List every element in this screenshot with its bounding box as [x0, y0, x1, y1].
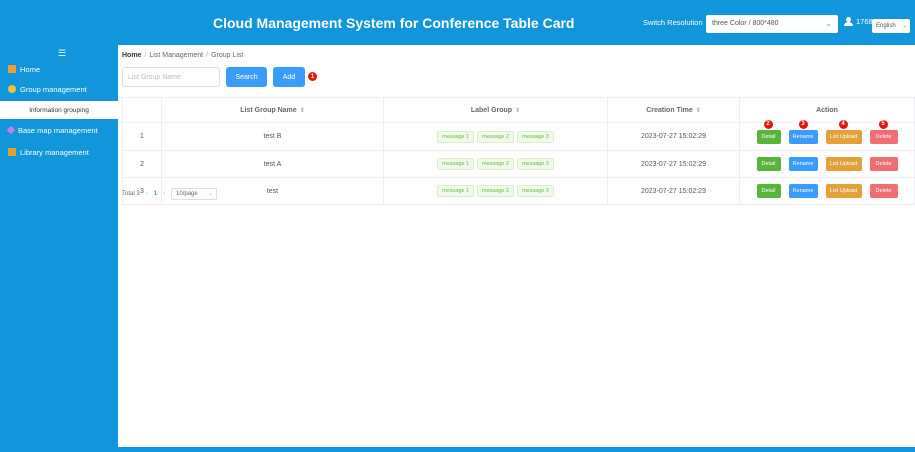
main-content: Home/List Management/Group List Search A… [118, 45, 915, 447]
library-icon [8, 148, 16, 156]
annotation-marker: 2 [763, 119, 773, 129]
detail-button[interactable]: Detail 2 [756, 119, 781, 144]
list-upload-button[interactable]: List Upload 4 [825, 119, 862, 144]
rename-button[interactable]: Rename 3 [788, 119, 818, 144]
resolution-label: Switch Resolution [643, 18, 703, 27]
breadcrumb: Home / List Management / Group List [122, 52, 244, 59]
row-tags: message 1 message 2 message 3 [384, 151, 608, 177]
table-header: List Group Name ⇕ Label Group ⇕ Creation T… [122, 97, 915, 123]
sidebar-item-label: Home [20, 64, 41, 74]
tag: message 2 [477, 130, 514, 143]
rename-button[interactable]: Rename [788, 184, 818, 198]
row-actions: Detail 2 Rename 3 List Upload 4 Delete 5 [740, 119, 915, 150]
sidebar-item-library[interactable]: Library management [0, 143, 118, 161]
tag: message 1 [437, 130, 475, 143]
tag: message 3 [516, 185, 554, 197]
resolution-value: three Color / 800*480 [712, 20, 779, 27]
menu-toggle-icon[interactable]: ☰ [58, 48, 66, 59]
delete-button[interactable]: Delete 5 [869, 119, 898, 144]
breadcrumb-home[interactable]: Home [122, 52, 141, 59]
detail-button[interactable]: Detail [756, 184, 781, 198]
detail-button[interactable]: Detail [756, 157, 781, 171]
next-page-icon[interactable]: › [163, 191, 165, 197]
chevron-down-icon: ⌄ [901, 23, 907, 29]
delete-button[interactable]: Delete [869, 184, 898, 198]
chevron-down-icon: ⌄ [208, 191, 214, 197]
home-icon [8, 65, 16, 73]
annotation-marker: 5 [878, 119, 888, 129]
sort-icon[interactable]: ⇕ [515, 107, 520, 114]
row-actions: Detail Rename List Upload Delete [740, 178, 915, 204]
group-icon [8, 85, 16, 93]
row-index: 1 [122, 123, 162, 150]
tag: message 1 [437, 185, 475, 197]
row-tags: message 1 message 2 message 3 [384, 123, 608, 150]
chevron-down-icon: ⌄ [825, 19, 832, 28]
column-header-index [122, 98, 162, 122]
sidebar: ☰ Home Group management Information grou… [0, 45, 118, 452]
base-map-icon [6, 125, 16, 135]
table-row: 1 test B message 1 message 2 message 3 2… [122, 119, 915, 151]
pagination-total: Total 3 [122, 191, 140, 197]
tag: message 3 [516, 158, 554, 170]
breadcrumb-list-management[interactable]: List Management [149, 52, 203, 59]
breadcrumb-current: Group List [211, 52, 244, 59]
row-time: 2023-07-27 15:02:29 [608, 151, 740, 177]
sort-icon[interactable]: ⇕ [696, 107, 701, 114]
sort-icon[interactable]: ⇕ [300, 107, 305, 114]
add-button[interactable]: Add [273, 67, 305, 87]
row-time: 2023-07-27 15:02:23 [608, 178, 740, 204]
language-select[interactable]: English ⌄ [872, 19, 910, 33]
row-index: 2 [122, 151, 162, 177]
sidebar-item-information-grouping[interactable]: Information grouping [0, 101, 118, 119]
row-actions: Detail Rename List Upload Delete [740, 151, 915, 177]
language-value: English [876, 23, 896, 29]
sidebar-item-label: Information grouping [29, 106, 89, 114]
user-icon [844, 17, 853, 26]
pagination: Total 3 ‹ 1 › 10/page ⌄ [122, 188, 218, 200]
tag: message 1 [437, 158, 475, 170]
search-button[interactable]: Search [226, 67, 267, 87]
sidebar-item-label: Library management [20, 147, 89, 157]
delete-button[interactable]: Delete [869, 157, 898, 171]
column-header-label-group[interactable]: Label Group ⇕ [384, 98, 608, 122]
page-number[interactable]: 1 [154, 191, 157, 197]
table-row: 3 test message 1 message 2 message 3 202… [122, 178, 915, 205]
page-size-select[interactable]: 10/page ⌄ [171, 188, 218, 200]
top-header: Cloud Management System for Conference T… [0, 0, 915, 45]
annotation-marker: 4 [838, 119, 848, 129]
tag: message 2 [477, 158, 514, 170]
prev-page-icon[interactable]: ‹ [146, 191, 148, 197]
resolution-select[interactable]: three Color / 800*480 ⌄ [706, 15, 838, 33]
rename-button[interactable]: Rename [788, 157, 818, 171]
tag: message 2 [477, 185, 514, 197]
sidebar-item-home[interactable]: Home [0, 60, 118, 78]
annotation-marker: 1 [308, 72, 317, 81]
search-input[interactable] [122, 67, 220, 87]
column-header-creation-time[interactable]: Creation Time ⇕ [608, 98, 740, 122]
column-header-action: Action [740, 98, 915, 122]
sidebar-item-label: Base map management [18, 125, 98, 135]
tag: message 3 [516, 130, 554, 143]
list-upload-button[interactable]: List Upload [825, 184, 862, 198]
table-row: 2 test A message 1 message 2 message 3 2… [122, 151, 915, 178]
row-time: 2023-07-27 15:02:29 [608, 123, 740, 150]
app-title: Cloud Management System for Conference T… [213, 15, 575, 31]
annotation-marker: 3 [798, 119, 808, 129]
sidebar-item-base-map[interactable]: Base map management [0, 121, 118, 139]
sidebar-item-group-management[interactable]: Group management [0, 80, 118, 98]
column-header-name[interactable]: List Group Name ⇕ [162, 98, 384, 122]
row-name: test B [162, 123, 384, 150]
footer-bar [118, 447, 915, 452]
row-tags: message 1 message 2 message 3 [384, 178, 608, 204]
row-name: test A [162, 151, 384, 177]
list-upload-button[interactable]: List Upload [825, 157, 862, 171]
sidebar-item-label: Group management [20, 84, 87, 94]
